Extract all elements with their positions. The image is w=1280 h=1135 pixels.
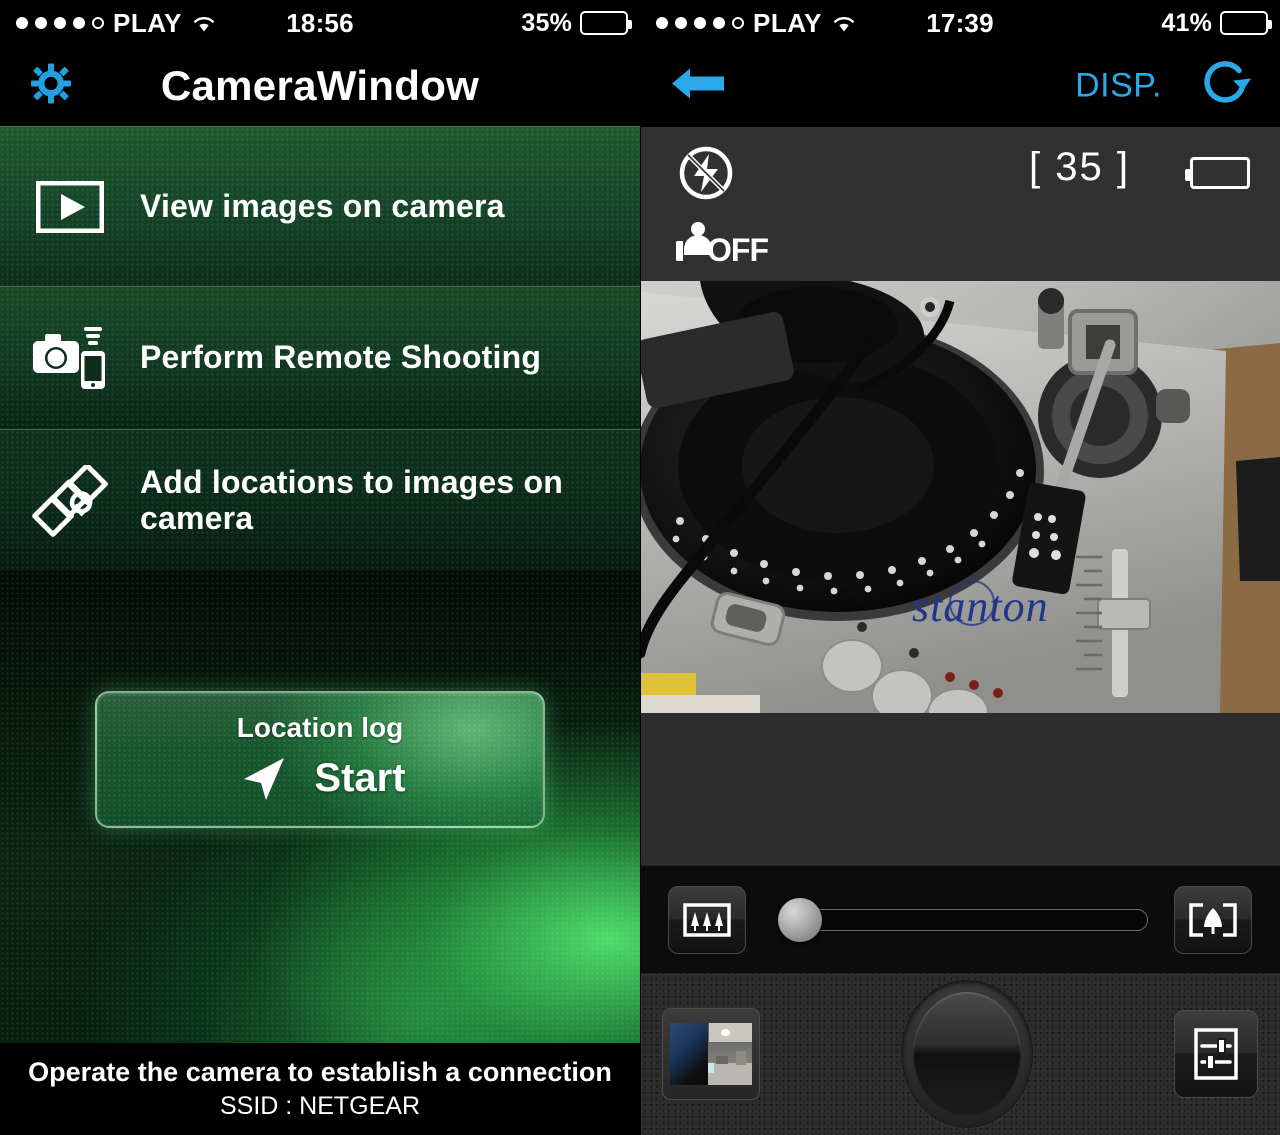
live-view-preview[interactable]: stanton: [640, 281, 1280, 713]
status-bar-right-group: 35%: [521, 8, 632, 38]
battery-percent-label: 35%: [521, 8, 572, 37]
location-log-title: Location log: [236, 711, 404, 743]
menu-item-label: Add locations to images on camera: [140, 463, 564, 536]
status-bar-left: PLAY 18:56 35%: [0, 0, 640, 46]
battery-icon: [1220, 11, 1272, 35]
play-box-icon: [0, 180, 140, 233]
location-log-start-button[interactable]: Location log Start: [95, 691, 545, 828]
shots-remaining-label: [ 35 ]: [1029, 145, 1130, 189]
phone-divider: [640, 0, 641, 1135]
camera-info-bar: OFF [ 35 ]: [640, 126, 1280, 281]
thumbnail-image: [670, 1023, 752, 1085]
last-photo-thumbnail[interactable]: [662, 1008, 760, 1100]
dual-phone-screenshot: PLAY 18:56 35% CameraWindow View images …: [0, 0, 1280, 1135]
shutter-button-inner: [913, 992, 1021, 1116]
navigation-arrow-icon: [244, 757, 285, 800]
zoom-control-bar: [640, 865, 1280, 973]
remote-shooting-nav-bar: DISP.: [640, 46, 1280, 126]
menu-item-remote-shooting[interactable]: Perform Remote Shooting: [0, 286, 640, 429]
connection-instruction: Operate the camera to establish a connec…: [28, 1057, 612, 1087]
left-phone-screen: PLAY 18:56 35% CameraWindow View images …: [0, 0, 640, 1135]
menu-item-add-locations[interactable]: Add locations to images on camera: [0, 429, 640, 571]
live-view-letterbox: [640, 713, 1280, 865]
camera-settings-icon[interactable]: [1174, 1010, 1258, 1098]
location-log-action-label: Start: [314, 756, 406, 800]
menu-background-area: Location log Start: [0, 571, 640, 1043]
ssid-label: SSID : NETGEAR: [219, 1092, 421, 1120]
zoom-slider-thumb[interactable]: [778, 897, 822, 942]
refresh-icon[interactable]: [1198, 57, 1252, 116]
location-log-action-row: Start: [234, 750, 406, 808]
camera-battery-icon: [1185, 157, 1250, 189]
page-title: CameraWindow: [160, 62, 480, 109]
status-bar-right-group: 41%: [1161, 8, 1272, 38]
back-arrow-icon[interactable]: [670, 65, 726, 108]
menu-item-label: Perform Remote Shooting: [140, 339, 542, 376]
status-bar-right: PLAY 17:39 41%: [640, 0, 1280, 46]
self-timer-value: OFF: [707, 232, 769, 268]
camera-phone-icon: [0, 325, 140, 391]
shutter-button[interactable]: [901, 980, 1033, 1128]
app-title-bar: CameraWindow: [0, 46, 640, 126]
battery-icon: [580, 11, 632, 35]
main-menu: View images on camera Perform Remote Sho…: [0, 126, 640, 571]
gear-icon[interactable]: [30, 63, 72, 110]
battery-percent-label: 41%: [1161, 8, 1212, 37]
self-timer-icon[interactable]: OFF: [676, 219, 769, 269]
disp-button[interactable]: DISP.: [1075, 67, 1162, 106]
zoom-wide-icon[interactable]: [668, 885, 746, 954]
zoom-tele-icon[interactable]: [1174, 885, 1252, 954]
satellite-icon: [0, 464, 140, 537]
zoom-slider-track[interactable]: [808, 908, 1148, 931]
camera-action-bar: [640, 973, 1280, 1135]
turntable-live-preview: stanton: [640, 281, 1280, 713]
flash-off-icon[interactable]: [678, 145, 734, 206]
menu-item-label: View images on camera: [140, 187, 505, 224]
menu-item-view-images[interactable]: View images on camera: [0, 126, 640, 286]
zoom-slider[interactable]: [772, 897, 1148, 942]
connection-footer: Operate the camera to establish a connec…: [0, 1043, 640, 1135]
right-phone-screen: PLAY 17:39 41% DISP. OFF [35] stanton: [640, 0, 1280, 1135]
